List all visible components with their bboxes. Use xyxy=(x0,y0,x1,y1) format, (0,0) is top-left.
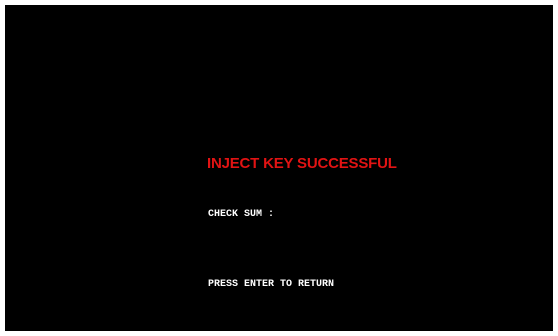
status-title: INJECT KEY SUCCESSFUL xyxy=(207,155,397,172)
checksum-label: CHECK SUM : xyxy=(208,209,275,220)
terminal-screen: INJECT KEY SUCCESSFUL CHECK SUM : PRESS … xyxy=(5,5,553,331)
return-prompt: PRESS ENTER TO RETURN xyxy=(208,279,335,290)
